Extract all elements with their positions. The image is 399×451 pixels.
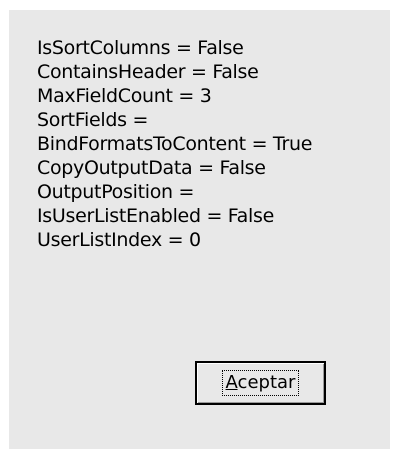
ok-button-label-rest: ceptar <box>237 372 296 393</box>
message-line: CopyOutputData = False <box>37 157 266 179</box>
message-line: UserListIndex = 0 <box>37 229 201 251</box>
message-line: IsUserListEnabled = False <box>37 205 274 227</box>
message-text: IsSortColumns = False ContainsHeader = F… <box>37 36 312 252</box>
message-line: BindFormatsToContent = True <box>37 133 313 155</box>
message-dialog: IsSortColumns = False ContainsHeader = F… <box>9 10 390 449</box>
ok-button-mnemonic: A <box>225 372 238 393</box>
ok-button-label: Aceptar <box>221 370 300 396</box>
message-line: ContainsHeader = False <box>37 61 259 83</box>
message-line: IsSortColumns = False <box>37 37 244 59</box>
message-line: MaxFieldCount = 3 <box>37 85 212 107</box>
message-line: SortFields = <box>37 109 149 131</box>
message-line: OutputPosition = <box>37 181 195 203</box>
ok-button[interactable]: Aceptar <box>195 361 326 405</box>
